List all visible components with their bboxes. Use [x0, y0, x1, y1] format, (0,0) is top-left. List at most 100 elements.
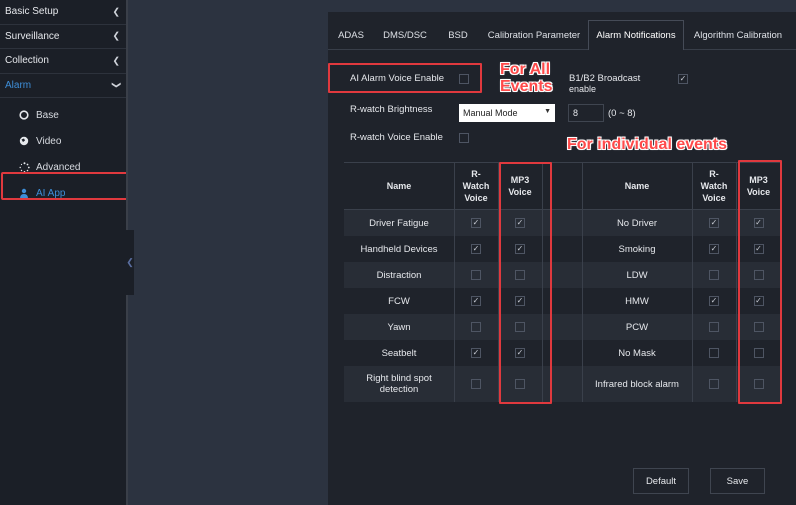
brightness-level-value: 8 — [573, 108, 579, 118]
header-line: Watch — [700, 181, 728, 191]
annotation-line: Events — [500, 78, 553, 95]
table-divider — [736, 162, 737, 402]
sidebar-item-alarm[interactable]: Alarm ❮ — [0, 74, 128, 98]
sidebar-item-label: Collection — [5, 55, 49, 67]
table-row: Yawn PCW — [344, 314, 781, 340]
rwatch-voice-enable-label: R-watch Voice Enable — [350, 132, 443, 143]
rwatch-voice-checkbox[interactable]: ✓ — [471, 296, 481, 306]
header-line: R- — [471, 169, 481, 179]
rwatch-voice-cell — [692, 366, 736, 402]
tab-algorithm-calibration[interactable]: Algorithm Calibration — [684, 20, 792, 50]
rwatch-brightness-label: R-watch Brightness — [350, 104, 433, 115]
event-name: Right blind spot detection — [366, 373, 432, 395]
sidebar-item-label: Alarm — [5, 79, 32, 91]
ai-app-highlight-box — [1, 172, 128, 200]
chevron-left-icon: ❮ — [126, 257, 134, 267]
column-header-name: Name — [386, 181, 412, 191]
event-name: HMW — [625, 295, 649, 307]
tab-calibration-parameter[interactable]: Calibration Parameter — [480, 20, 588, 50]
rwatch-voice-cell — [692, 340, 736, 366]
event-name: Yawn — [387, 321, 411, 333]
event-name: FCW — [388, 295, 410, 307]
header-line: Voice — [464, 193, 488, 203]
mp3-column-highlight-box — [499, 162, 552, 404]
header-line: Voice — [702, 193, 726, 203]
alarm-notifications-panel: ADAS DMS/DSC BSD Calibration Parameter A… — [328, 12, 796, 505]
tab-bsd[interactable]: BSD — [436, 20, 480, 50]
event-name: PCW — [625, 321, 649, 333]
sidebar-subitem-label: Video — [36, 135, 62, 147]
sidebar-item-surveillance[interactable]: Surveillance ❮ — [0, 25, 128, 49]
event-name: No Mask — [618, 347, 656, 359]
sidebar-subitem-video[interactable]: Video — [0, 128, 128, 154]
mp3-column-highlight-box — [738, 160, 782, 404]
tab-alarm-notifications[interactable]: Alarm Notifications — [588, 20, 684, 50]
column-header-rwatch-voice: R- Watch Voice — [692, 163, 736, 209]
chevron-down-icon: ❮ — [110, 81, 121, 90]
sidebar-subitem-base[interactable]: Base — [0, 102, 128, 128]
rwatch-voice-checkbox[interactable] — [471, 270, 481, 280]
ai-alarm-voice-enable-label: AI Alarm Voice Enable — [350, 73, 444, 84]
chevron-left-icon: ❮ — [112, 30, 120, 41]
b1b2-broadcast-label-line2: enable — [569, 84, 597, 94]
rwatch-voice-cell — [454, 262, 498, 288]
rwatch-voice-checkbox[interactable] — [709, 270, 719, 280]
tab-bar: ADAS DMS/DSC BSD Calibration Parameter A… — [328, 20, 796, 50]
tab-adas[interactable]: ADAS — [328, 20, 374, 50]
table-header-row: Name R- Watch Voice MP3 Voice Name R- Wa… — [344, 162, 781, 210]
sidebar: Basic Setup ❮ Surveillance ❮ Collection … — [0, 0, 128, 505]
event-name: Driver Fatigue — [369, 217, 429, 229]
rwatch-voice-checkbox[interactable] — [709, 379, 719, 389]
chevron-left-icon: ❮ — [112, 55, 120, 66]
rwatch-voice-checkbox[interactable]: ✓ — [471, 244, 481, 254]
sidebar-item-label: Basic Setup — [5, 6, 59, 18]
event-name: Distraction — [376, 269, 422, 281]
rwatch-voice-checkbox[interactable]: ✓ — [471, 348, 481, 358]
rwatch-voice-cell — [454, 366, 498, 402]
brightness-level-input[interactable]: 8 — [568, 104, 604, 122]
table-row: Handheld Devices ✓ ✓ Smoking ✓ ✓ — [344, 236, 781, 262]
alarm-events-table: Name R- Watch Voice MP3 Voice Name R- Wa… — [344, 162, 781, 402]
event-name: LDW — [626, 269, 648, 281]
rwatch-voice-cell: ✓ — [454, 288, 498, 314]
rwatch-voice-enable-checkbox[interactable] — [459, 133, 469, 143]
table-row: Seatbelt ✓ ✓ No Mask — [344, 340, 781, 366]
table-row: FCW ✓ ✓ HMW ✓ ✓ — [344, 288, 781, 314]
column-header-rwatch-voice: R- Watch Voice — [454, 163, 498, 209]
event-name: Seatbelt — [381, 347, 417, 359]
brightness-mode-select[interactable]: Manual Mode ▼ — [459, 104, 555, 122]
annotation-for-individual-events: For individual events — [567, 136, 728, 153]
rwatch-voice-cell — [692, 314, 736, 340]
b1b2-broadcast-checkbox[interactable]: ✓ — [678, 74, 688, 84]
rwatch-voice-cell: ✓ — [692, 288, 736, 314]
header-line: R- — [709, 169, 719, 179]
event-name: No Driver — [616, 217, 658, 229]
sidebar-item-basic-setup[interactable]: Basic Setup ❮ — [0, 0, 128, 25]
table-row: Right blind spot detection Infrared block… — [344, 366, 781, 402]
b1b2-broadcast-label: B1/B2 Broadcast enable — [569, 73, 640, 95]
globe-icon — [18, 135, 30, 147]
default-button[interactable]: Default — [633, 468, 689, 494]
rwatch-voice-checkbox[interactable]: ✓ — [709, 218, 719, 228]
table-divider — [692, 162, 693, 402]
ai-alarm-voice-enable-checkbox[interactable] — [459, 74, 469, 84]
rwatch-voice-checkbox[interactable] — [709, 348, 719, 358]
rwatch-voice-checkbox[interactable]: ✓ — [471, 218, 481, 228]
sidebar-item-collection[interactable]: Collection ❮ — [0, 49, 128, 74]
rwatch-voice-checkbox[interactable]: ✓ — [709, 296, 719, 306]
rwatch-voice-cell: ✓ — [454, 210, 498, 236]
rwatch-voice-checkbox[interactable] — [709, 322, 719, 332]
tab-dms-dsc[interactable]: DMS/DSC — [374, 20, 436, 50]
rwatch-voice-checkbox[interactable] — [471, 379, 481, 389]
rwatch-voice-cell: ✓ — [454, 236, 498, 262]
column-header-name: Name — [624, 181, 650, 191]
rwatch-voice-checkbox[interactable]: ✓ — [709, 244, 719, 254]
circle-icon — [18, 109, 30, 121]
save-button[interactable]: Save — [710, 468, 765, 494]
rwatch-voice-checkbox[interactable] — [471, 322, 481, 332]
table-divider — [454, 162, 455, 402]
collapse-sidebar-handle[interactable]: ❮ — [126, 230, 134, 295]
event-name: Smoking — [618, 243, 656, 255]
b1b2-broadcast-label-line1: B1/B2 Broadcast — [569, 73, 641, 84]
table-row: Distraction LDW — [344, 262, 781, 288]
